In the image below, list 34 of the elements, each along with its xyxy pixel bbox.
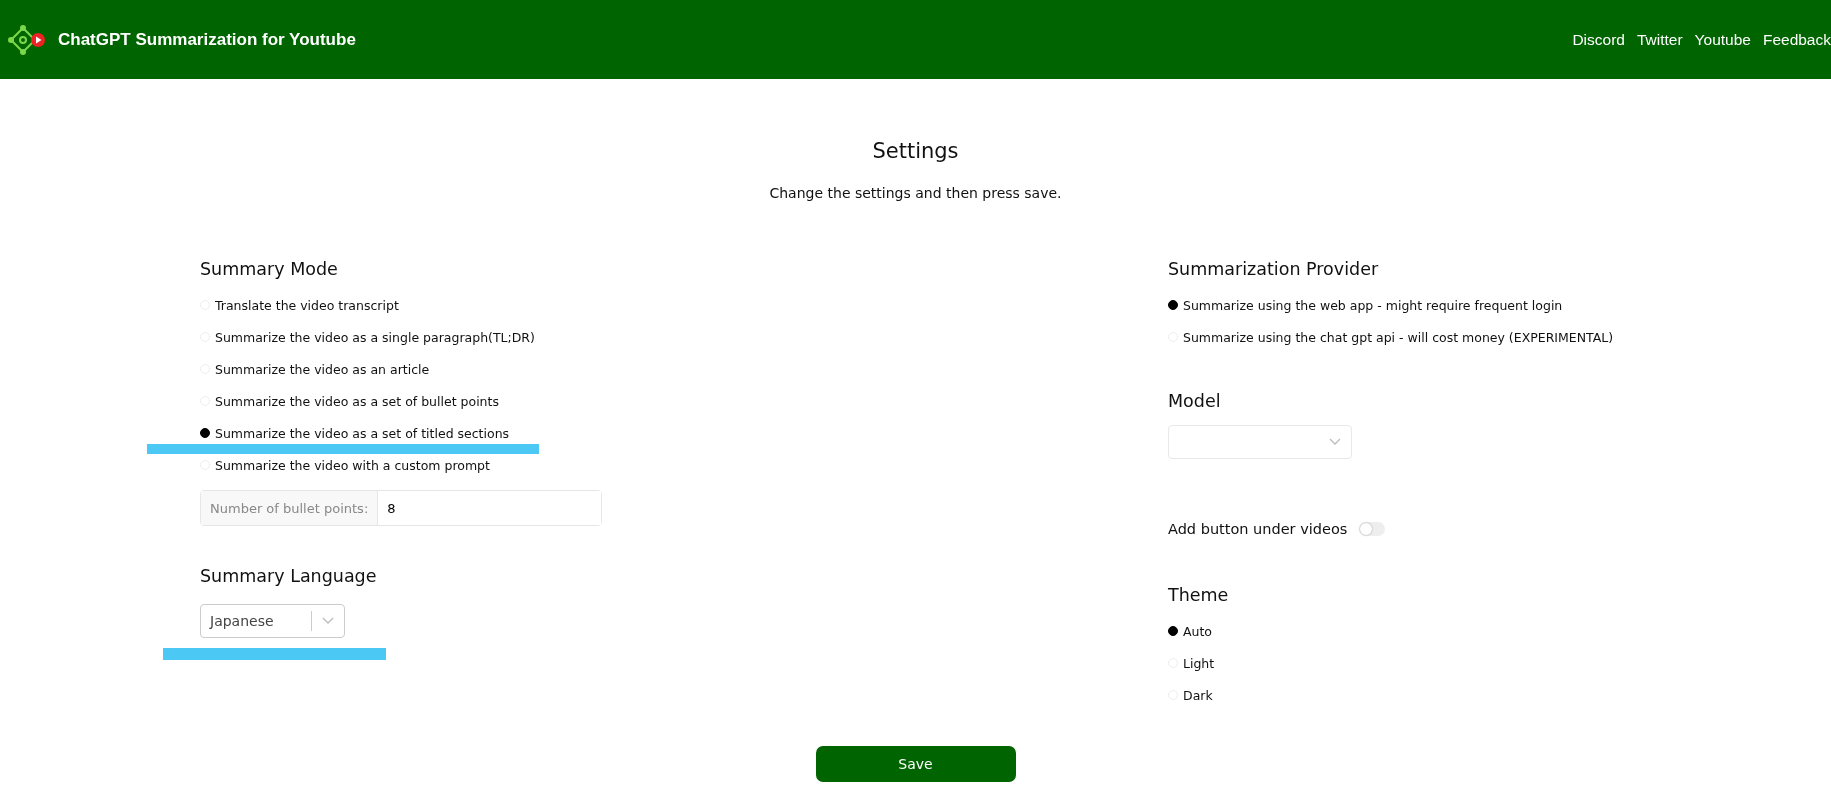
section-heading: Summary Language — [200, 566, 377, 586]
radio-option[interactable]: Auto — [1168, 621, 1213, 641]
radio-option[interactable]: Summarize the video as an article — [200, 359, 430, 379]
page-subtitle: Change the settings and then press save. — [769, 185, 1062, 201]
radio-option[interactable]: Translate the video transcript — [200, 295, 399, 315]
toggle-switch[interactable] — [1359, 522, 1386, 536]
page-title: Settings — [872, 139, 959, 163]
save-button[interactable]: Save — [815, 746, 1016, 782]
radio-option[interactable]: Dark — [1168, 685, 1213, 705]
radio-button[interactable] — [1168, 300, 1178, 310]
radio-button[interactable] — [200, 428, 210, 438]
chevron-down-icon — [322, 617, 334, 625]
section-heading: Model — [1168, 391, 1221, 411]
nav-link[interactable]: Youtube — [1694, 30, 1751, 49]
radio-option[interactable]: Summarize using the web app - might require frequent login — [1168, 295, 1563, 315]
section-heading: Summarization Provider — [1168, 259, 1379, 279]
section-heading: Theme — [1168, 585, 1229, 605]
radio-option[interactable]: Summarize the video as a single paragraph(TL;DR) — [200, 327, 535, 347]
nav-link[interactable]: Feedback — [1762, 30, 1831, 49]
radio-button[interactable] — [1168, 626, 1178, 636]
radio-option[interactable]: Summarize the video as a set of titled sections — [200, 423, 510, 443]
radio-option[interactable]: Summarize the video with a custom prompt — [200, 455, 490, 475]
nav-link[interactable]: Twitter — [1636, 30, 1683, 49]
language-select[interactable]: Japanese — [200, 604, 345, 638]
radio-option[interactable]: Light — [1168, 653, 1215, 673]
bullet-count-field[interactable]: Number of bullet points: 8 — [200, 490, 602, 526]
chevron-down-icon — [1329, 438, 1341, 446]
toggle-label: Add button under videos — [1168, 521, 1348, 537]
section-heading: Summary Mode — [200, 259, 338, 279]
nav-link[interactable]: Discord — [1572, 30, 1625, 49]
radio-option[interactable]: Summarize the video as a set of bullet points — [200, 391, 499, 411]
radio-option[interactable]: Summarize using the chat gpt api - will cost money (EXPERIMENTAL) — [1168, 327, 1614, 347]
app-title: ChatGPT Summarization for Youtube — [58, 29, 357, 50]
model-select[interactable] — [1168, 425, 1352, 459]
